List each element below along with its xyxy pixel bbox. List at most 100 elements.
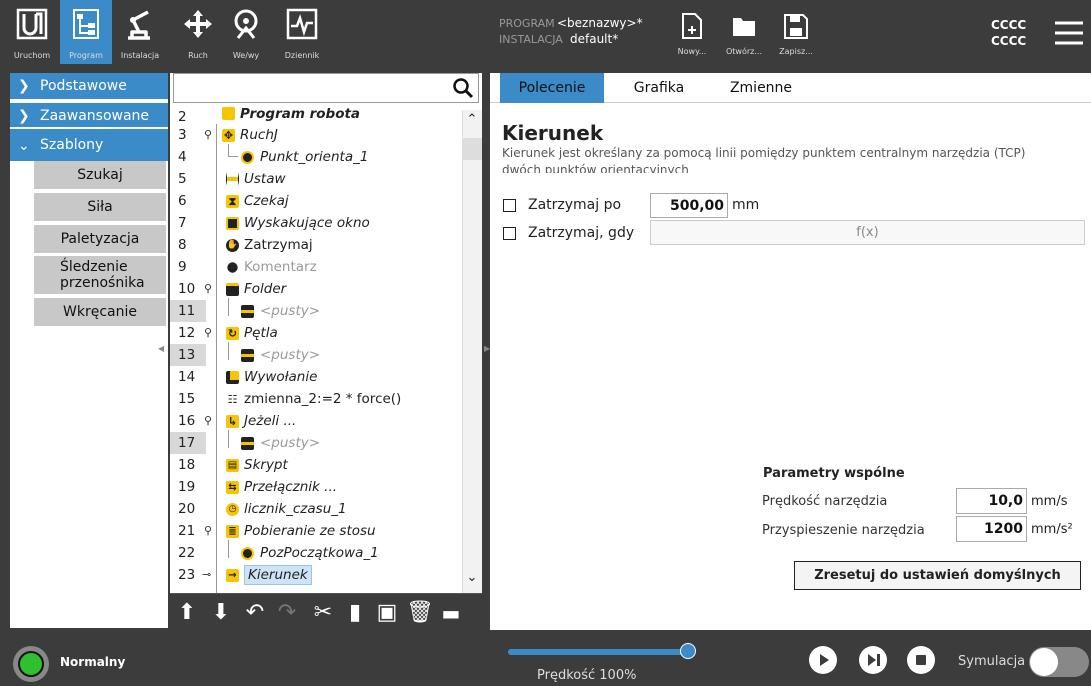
- nav-move-button[interactable]: Ruch: [172, 0, 224, 64]
- speed-slider-knob[interactable]: [680, 643, 696, 659]
- scroll-up-icon[interactable]: ⌃: [463, 112, 481, 130]
- move-arrows-icon: [184, 10, 212, 38]
- tab-command[interactable]: Polecenie: [500, 73, 604, 103]
- tree-row-22[interactable]: 22 PozPoczątkowa_1: [170, 542, 462, 564]
- template-force-button[interactable]: Siła: [34, 193, 166, 223]
- tree-row-3[interactable]: 3 ⚲ ✥ RuchJ: [170, 124, 462, 146]
- paste-icon[interactable]: ▣: [374, 600, 400, 626]
- category-advanced[interactable]: ❯ Zaawansowane: [10, 101, 168, 127]
- program-icon: [222, 107, 235, 120]
- user-line-1: CCCC: [991, 18, 1027, 32]
- node-label: Folder: [244, 281, 287, 297]
- nav-installation-button[interactable]: Instalacja: [114, 0, 166, 64]
- tree-row-18[interactable]: 18 ▤ Skrypt: [170, 454, 462, 476]
- step-icon[interactable]: [858, 645, 888, 675]
- template-screwing-button[interactable]: Wkręcanie: [34, 298, 166, 328]
- tree-row-19[interactable]: 19 ⇆ Przełącznik ...: [170, 476, 462, 498]
- suppress-icon[interactable]: ▬: [438, 600, 464, 626]
- tree-row-5[interactable]: 5 Ustaw: [170, 168, 462, 190]
- copy-icon[interactable]: ▮: [342, 600, 368, 626]
- nav-label: Ruch: [188, 51, 208, 60]
- tree-row-9[interactable]: 9 Komentarz: [170, 256, 462, 278]
- stop-after-checkbox[interactable]: [503, 199, 516, 212]
- save-program-button[interactable]: Zapisz...: [776, 0, 816, 64]
- tree-row-6[interactable]: 6 ⧗ Czekaj: [170, 190, 462, 212]
- tree-row-21[interactable]: 21 ⚲ ≣ Pobieranie ze stosu: [170, 520, 462, 542]
- move-up-icon[interactable]: ⬆: [174, 600, 200, 626]
- line-number: 14: [178, 369, 196, 385]
- popup-icon: [226, 217, 239, 230]
- line-number: 15: [178, 391, 196, 407]
- open-program-button[interactable]: Otwórz...: [724, 0, 764, 64]
- line-number: 21: [178, 523, 196, 539]
- tree-row-17[interactable]: 17 <pusty>: [170, 432, 462, 454]
- timer-icon: ◷: [226, 503, 239, 516]
- template-conveyor-button[interactable]: Śledzenie przenośnika: [34, 256, 166, 296]
- redo-icon[interactable]: ↷: [274, 600, 300, 626]
- halt-icon: ✋: [226, 239, 239, 252]
- robot-status: Normalny: [60, 655, 126, 669]
- expand-pin-icon: ⚲: [204, 282, 213, 295]
- tree-row-15[interactable]: 15 ☷ zmienna_2:=2 * force(): [170, 388, 462, 410]
- new-program-button[interactable]: Nowy...: [672, 0, 712, 64]
- comment-icon: [227, 262, 238, 273]
- node-label: RuchJ: [240, 127, 278, 143]
- undo-icon[interactable]: ↶: [242, 600, 268, 626]
- tree-row-13[interactable]: 13 <pusty>: [170, 344, 462, 366]
- tree-row-16[interactable]: 16 ⚲ ↳ Jeżeli ...: [170, 410, 462, 432]
- category-templates[interactable]: ⌄ Szablony: [10, 129, 168, 161]
- template-label: Wkręcanie: [63, 304, 137, 320]
- reset-defaults-button[interactable]: Zresetuj do ustawień domyślnych: [794, 561, 1081, 590]
- hamburger-menu-icon[interactable]: [1053, 20, 1085, 46]
- tree-row-8[interactable]: 8 ✋ Zatrzymaj: [170, 234, 462, 256]
- stop-when-checkbox[interactable]: [503, 227, 516, 240]
- tab-graphics[interactable]: Grafika: [616, 73, 702, 103]
- node-label: Wywołanie: [244, 369, 318, 385]
- description-line-2: dwóch punktów orientacyjnych: [502, 163, 689, 173]
- line-number: 3: [178, 127, 187, 143]
- tree-row-10[interactable]: 10 ⚲ Folder: [170, 278, 462, 300]
- tree-row-23[interactable]: 23 ⊸ → Kierunek: [170, 564, 462, 586]
- nav-io-button[interactable]: We/wy: [220, 0, 272, 64]
- tab-variables[interactable]: Zmienne: [716, 73, 806, 103]
- scroll-thumb[interactable]: [462, 138, 482, 160]
- stop-after-input[interactable]: [650, 193, 728, 218]
- delete-icon[interactable]: 🗑: [406, 600, 434, 626]
- node-label: Punkt_orienta_1: [260, 149, 369, 165]
- tool-speed-input[interactable]: [956, 488, 1027, 514]
- speed-slider-fill: [508, 649, 688, 655]
- tree-row-14[interactable]: 14 Wywołanie: [170, 366, 462, 388]
- tool-accel-input[interactable]: [956, 516, 1027, 542]
- nav-log-button[interactable]: Dziennik: [276, 0, 328, 64]
- cut-icon[interactable]: ✂: [310, 600, 336, 626]
- tree-row-20[interactable]: 20 ◷ licznik_czasu_1: [170, 498, 462, 520]
- play-icon[interactable]: [808, 645, 838, 675]
- description-line-1: Kierunek jest określany za pomocą linii …: [502, 146, 1026, 160]
- template-search-button[interactable]: Szukaj: [34, 161, 166, 191]
- tree-search-input[interactable]: [173, 73, 479, 103]
- nav-program-button[interactable]: Program: [60, 0, 112, 64]
- tree-row-12[interactable]: 12 ⚲ ↻ Pętla: [170, 322, 462, 344]
- scroll-down-icon[interactable]: ⌄: [463, 570, 481, 588]
- expand-pin-icon: ⚲: [204, 326, 213, 339]
- category-basic[interactable]: ❯ Podstawowe: [10, 73, 168, 99]
- tree-row-2[interactable]: 2 Program robota: [170, 106, 462, 124]
- stop-icon[interactable]: [906, 645, 936, 675]
- line-number: 20: [178, 501, 196, 517]
- stop-when-expression[interactable]: f(x): [650, 220, 1085, 245]
- node-label: Przełącznik ...: [244, 479, 338, 495]
- tree-row-4[interactable]: 4 Punkt_orienta_1: [170, 146, 462, 168]
- collapsed-pin-icon: ⊸: [202, 568, 212, 581]
- tree-row-11[interactable]: 11 <pusty>: [170, 300, 462, 322]
- search-icon[interactable]: [452, 77, 474, 99]
- nav-run-button[interactable]: Uruchom: [6, 0, 58, 64]
- collapse-left-icon[interactable]: ◀: [158, 344, 164, 353]
- category-label: Szablony: [40, 137, 104, 153]
- move-down-icon[interactable]: ⬇: [208, 600, 234, 626]
- tree-row-7[interactable]: 7 Wyskakujące okno: [170, 212, 462, 234]
- node-label: <pusty>: [260, 303, 321, 319]
- tree-scrollbar[interactable]: [462, 110, 482, 593]
- nav-label: Dziennik: [284, 51, 320, 60]
- template-palletizing-button[interactable]: Paletyzacja: [34, 225, 166, 255]
- direction-icon: →: [226, 569, 239, 582]
